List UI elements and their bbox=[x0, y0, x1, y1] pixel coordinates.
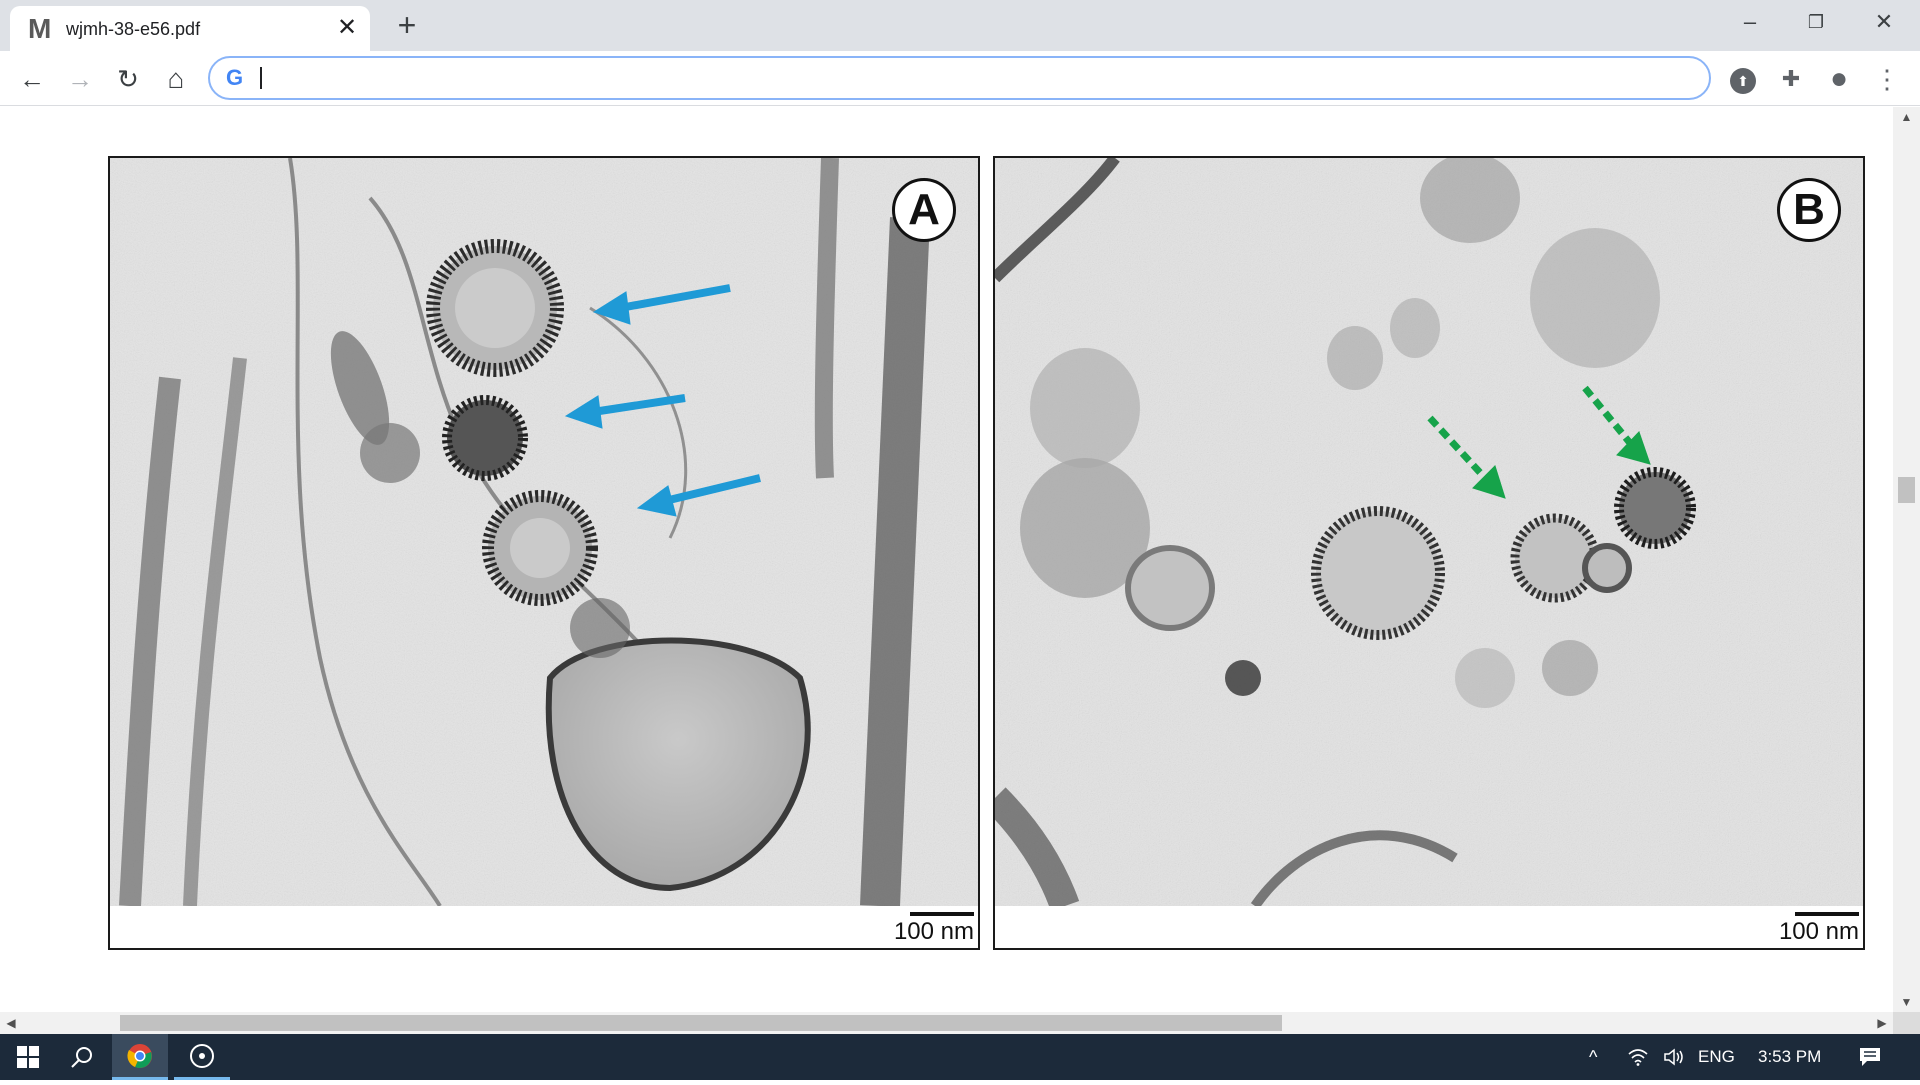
chrome-taskbar-icon[interactable] bbox=[112, 1034, 168, 1080]
pdf-favicon-icon: M bbox=[28, 13, 52, 44]
browser-tab[interactable]: M wjmh-38-e56.pdf ✕ bbox=[10, 6, 370, 51]
volume-icon[interactable] bbox=[1656, 1034, 1692, 1080]
minimize-button[interactable]: – bbox=[1722, 4, 1778, 40]
windows-start-icon[interactable] bbox=[4, 1034, 52, 1080]
reload-button[interactable]: ↻ bbox=[110, 61, 146, 97]
horizontal-scrollbar[interactable]: ◀ ▶ bbox=[0, 1012, 1893, 1034]
forward-button[interactable]: → bbox=[62, 61, 98, 97]
scale-label-a: 100 nm bbox=[893, 918, 974, 945]
pdf-viewer[interactable]: A 100 nm B 100 nm bbox=[0, 107, 1893, 1012]
language-indicator[interactable]: ENG bbox=[1698, 1034, 1735, 1080]
micrograph-b bbox=[995, 158, 1863, 906]
panel-label-b: B bbox=[1777, 178, 1841, 242]
panel-a: A 100 nm bbox=[108, 156, 980, 950]
scale-bar-b bbox=[1795, 912, 1859, 916]
notification-center-icon[interactable] bbox=[1848, 1034, 1892, 1080]
panel-b: B 100 nm bbox=[993, 156, 1865, 950]
text-cursor bbox=[260, 67, 262, 89]
maximize-button[interactable]: ❐ bbox=[1788, 4, 1844, 40]
microscopy-figure: A 100 nm B 100 nm bbox=[108, 156, 1865, 950]
clock[interactable]: 3:53 PM bbox=[1758, 1034, 1821, 1080]
search-icon[interactable] bbox=[58, 1034, 106, 1080]
tab-close-icon[interactable]: ✕ bbox=[335, 16, 359, 40]
home-button[interactable]: ⌂ bbox=[158, 61, 194, 97]
google-icon: G bbox=[226, 65, 244, 90]
scroll-down-arrow-icon[interactable]: ▼ bbox=[1893, 992, 1920, 1012]
tray-chevron-icon[interactable]: ^ bbox=[1589, 1034, 1597, 1080]
new-tab-button[interactable]: + bbox=[390, 8, 424, 42]
scroll-up-arrow-icon[interactable]: ▲ bbox=[1893, 107, 1920, 127]
scroll-left-arrow-icon[interactable]: ◀ bbox=[0, 1012, 22, 1034]
menu-kebab-icon[interactable]: ⋮ bbox=[1871, 63, 1903, 95]
extension-icon[interactable]: ⬆ bbox=[1727, 63, 1759, 95]
close-window-button[interactable]: ✕ bbox=[1856, 4, 1912, 40]
address-bar[interactable]: G bbox=[208, 56, 1711, 100]
horizontal-scroll-thumb[interactable] bbox=[120, 1015, 1282, 1031]
micrograph-a-image bbox=[110, 158, 978, 906]
profile-avatar-icon[interactable]: ● bbox=[1823, 63, 1855, 95]
scroll-right-arrow-icon[interactable]: ▶ bbox=[1871, 1012, 1893, 1034]
wifi-icon[interactable] bbox=[1620, 1034, 1656, 1080]
extensions-puzzle-icon[interactable]: ✚ bbox=[1775, 63, 1807, 95]
tab-title: wjmh-38-e56.pdf bbox=[66, 19, 201, 39]
scale-bar-a bbox=[910, 912, 974, 916]
media-app-taskbar-icon[interactable] bbox=[174, 1034, 230, 1080]
micrograph-b-image bbox=[995, 158, 1863, 906]
tab-strip: M wjmh-38-e56.pdf ✕ + – ❐ ✕ bbox=[0, 0, 1920, 51]
browser-toolbar: ← → ↻ ⌂ G ⬆ ✚ ● ⋮ bbox=[0, 51, 1920, 106]
taskbar: ^ ENG 3:53 PM bbox=[0, 1034, 1920, 1080]
panel-label-a: A bbox=[892, 178, 956, 242]
vertical-scroll-thumb[interactable] bbox=[1898, 477, 1915, 503]
back-button[interactable]: ← bbox=[14, 61, 50, 97]
micrograph-a bbox=[110, 158, 978, 906]
vertical-scrollbar[interactable]: ▲ ▼ bbox=[1893, 107, 1920, 1012]
scale-label-b: 100 nm bbox=[1778, 918, 1859, 945]
scrollbar-corner bbox=[1893, 1012, 1920, 1034]
